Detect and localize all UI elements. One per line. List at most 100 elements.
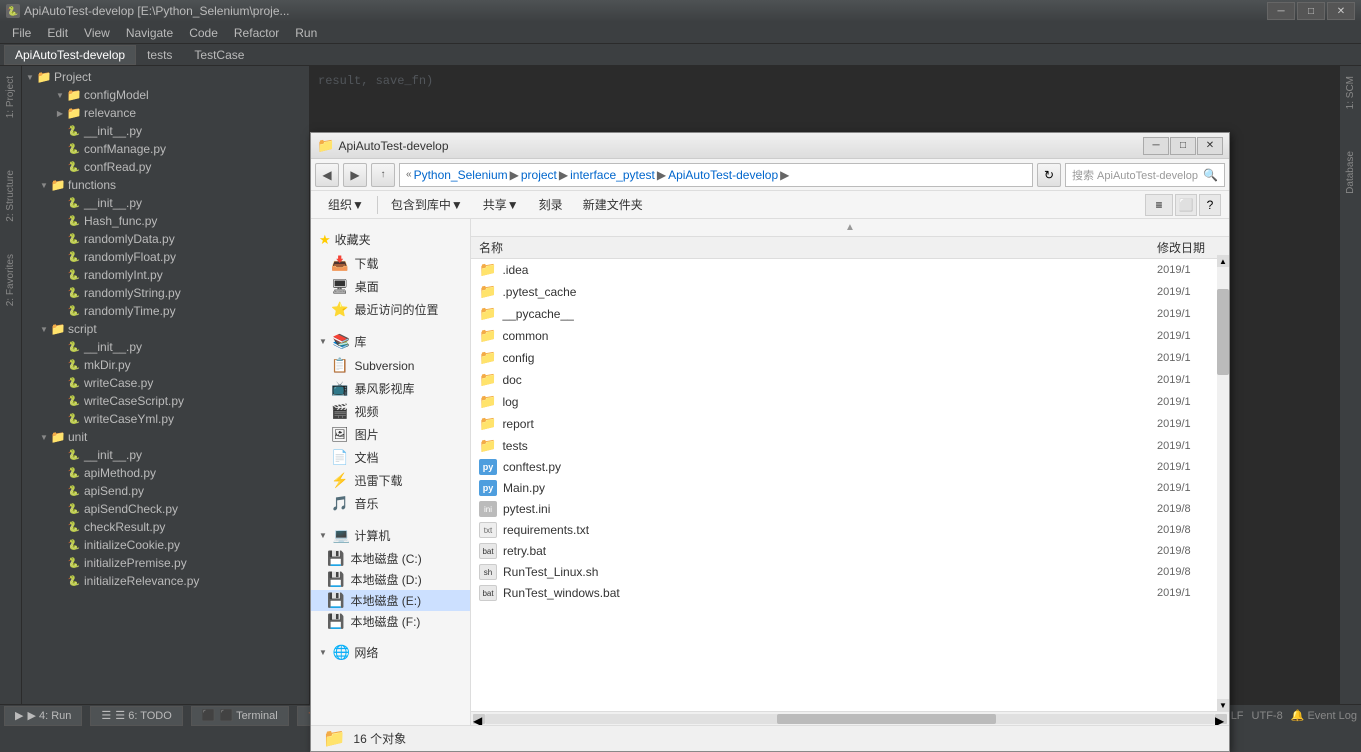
menu-refactor[interactable]: Refactor — [226, 24, 287, 42]
tree-randomlyString[interactable]: 🐍 randomlyString.py — [22, 284, 309, 302]
file-row[interactable]: sh RunTest_Linux.sh 2019/8 — [471, 562, 1229, 583]
nav-document[interactable]: 📄 文档 — [311, 446, 470, 469]
tree-writeCaseScript[interactable]: 🐍 writeCaseScript.py — [22, 392, 309, 410]
file-row[interactable]: 📁report 2019/1 — [471, 413, 1229, 435]
tree-unit[interactable]: ▼ 📁 unit — [22, 428, 309, 446]
file-row[interactable]: bat retry.bat 2019/8 — [471, 541, 1229, 562]
view-pane-button[interactable]: ⬜ — [1175, 194, 1197, 216]
run-tab[interactable]: ▶ ▶ 4: Run — [4, 706, 82, 726]
file-row[interactable]: 📁config 2019/1 — [471, 347, 1229, 369]
nav-desktop[interactable]: 🖥 桌面 — [311, 275, 470, 298]
nav-baofeng[interactable]: 📺 暴风影视库 — [311, 377, 470, 400]
nav-image[interactable]: 🖼 图片 — [311, 423, 470, 446]
scroll-thumb-v[interactable] — [1217, 289, 1229, 375]
right-tab-database[interactable]: Database — [1343, 145, 1358, 200]
nav-network-header[interactable]: ▼ 🌐 网络 — [311, 640, 470, 665]
tree-apiSendCheck[interactable]: 🐍 apiSendCheck.py — [22, 500, 309, 518]
path-part-python-selenium[interactable]: Python_Selenium — [414, 168, 508, 182]
refresh-button[interactable]: ↻ — [1037, 163, 1061, 187]
tree-hash-func[interactable]: 🐍 Hash_func.py — [22, 212, 309, 230]
path-part-interface[interactable]: interface_pytest — [570, 168, 655, 182]
tree-checkResult[interactable]: 🐍 checkResult.py — [22, 518, 309, 536]
file-row[interactable]: 📁tests 2019/1 — [471, 435, 1229, 457]
nav-drive-d[interactable]: 💾 本地磁盘 (D:) — [311, 569, 470, 590]
horizontal-scrollbar[interactable]: ◀ ▶ — [471, 711, 1229, 725]
nav-subversion[interactable]: 📋 Subversion — [311, 354, 470, 377]
menu-code[interactable]: Code — [181, 24, 226, 42]
scroll-down-button[interactable]: ▼ — [1217, 699, 1229, 711]
file-row[interactable]: 📁doc 2019/1 — [471, 369, 1229, 391]
tree-randomlyData[interactable]: 🐍 randomlyData.py — [22, 230, 309, 248]
explorer-close-button[interactable]: ✕ — [1197, 137, 1223, 155]
tree-confManage[interactable]: 🐍 confManage.py — [22, 140, 309, 158]
nav-drive-c[interactable]: 💾 本地磁盘 (C:) — [311, 548, 470, 569]
tree-init-py-functions[interactable]: 🐍 __init__.py — [22, 194, 309, 212]
scroll-left-button[interactable]: ◀ — [473, 714, 485, 724]
forward-button[interactable]: ▶ — [343, 163, 367, 187]
tree-root-project[interactable]: ▼ 📁 Project — [22, 68, 309, 86]
sidebar-tab-project[interactable]: 1: Project — [3, 70, 18, 124]
close-button[interactable]: ✕ — [1327, 2, 1355, 20]
nav-computer-header[interactable]: ▼ 💻 计算机 — [311, 523, 470, 548]
tab-tests[interactable]: tests — [136, 45, 183, 65]
tree-randomlyTime[interactable]: 🐍 randomlyTime.py — [22, 302, 309, 320]
menu-run[interactable]: Run — [287, 24, 325, 42]
organize-button[interactable]: 组织▼ — [319, 194, 373, 216]
tree-init-py-unit[interactable]: 🐍 __init__.py — [22, 446, 309, 464]
share-button[interactable]: 共享▼ — [474, 194, 528, 216]
sidebar-tab-structure[interactable]: 2: Structure — [3, 164, 18, 228]
explorer-minimize-button[interactable]: ─ — [1143, 137, 1169, 155]
tree-apiMethod[interactable]: 🐍 apiMethod.py — [22, 464, 309, 482]
scroll-track[interactable] — [485, 714, 1215, 724]
menu-navigate[interactable]: Navigate — [118, 24, 181, 42]
file-row[interactable]: txt requirements.txt 2019/8 — [471, 520, 1229, 541]
menu-file[interactable]: File — [4, 24, 39, 42]
file-row[interactable]: 📁__pycache__ 2019/1 — [471, 303, 1229, 325]
restore-button[interactable]: □ — [1297, 2, 1325, 20]
path-part-apiAutoTest[interactable]: ApiAutoTest-develop — [668, 168, 778, 182]
tree-init-py-configmodel[interactable]: 🐍 __init__.py — [22, 122, 309, 140]
nav-favorites-header[interactable]: ★ 收藏夹 — [311, 227, 470, 252]
nav-music[interactable]: 🎵 音乐 — [311, 492, 470, 515]
help-button[interactable]: ? — [1199, 194, 1221, 216]
scroll-thumb[interactable] — [777, 714, 996, 724]
tree-configModel[interactable]: ▼ 📁 configModel — [38, 86, 309, 104]
tree-randomlyInt[interactable]: 🐍 randomlyInt.py — [22, 266, 309, 284]
todo-tab[interactable]: ☰ ☰ 6: TODO — [90, 706, 182, 726]
tree-initializeCookie[interactable]: 🐍 initializeCookie.py — [22, 536, 309, 554]
scroll-up-button[interactable]: ▲ — [1217, 255, 1229, 267]
nav-download[interactable]: 📥 下载 — [311, 252, 470, 275]
menu-edit[interactable]: Edit — [39, 24, 76, 42]
path-part-project[interactable]: project — [521, 168, 557, 182]
view-toggle-button[interactable]: ≡ — [1145, 194, 1173, 216]
tree-writeCase[interactable]: 🐍 writeCase.py — [22, 374, 309, 392]
column-modified[interactable]: 修改日期 — [1149, 239, 1229, 256]
nav-express[interactable]: ⚡ 迅雷下载 — [311, 469, 470, 492]
tab-apiAutoTest[interactable]: ApiAutoTest-develop — [4, 45, 136, 65]
menu-view[interactable]: View — [76, 24, 118, 42]
file-row[interactable]: py Main.py 2019/1 — [471, 478, 1229, 499]
scroll-right-button[interactable]: ▶ — [1215, 714, 1227, 724]
file-row[interactable]: 📁common 2019/1 — [471, 325, 1229, 347]
terminal-tab[interactable]: ⬛ ⬛ Terminal — [191, 706, 289, 726]
vertical-scrollbar[interactable]: ▲ ▼ — [1217, 255, 1229, 711]
new-folder-button[interactable]: 新建文件夹 — [574, 194, 652, 216]
nav-library-header[interactable]: ▼ 📚 库 — [311, 329, 470, 354]
right-tab-scm[interactable]: 1: SCM — [1343, 70, 1358, 115]
nav-drive-e[interactable]: 💾 本地磁盘 (E:) — [311, 590, 470, 611]
include-button[interactable]: 包含到库中▼ — [382, 194, 472, 216]
file-row[interactable]: bat RunTest_windows.bat 2019/1 — [471, 583, 1229, 604]
tree-mkDir[interactable]: 🐍 mkDir.py — [22, 356, 309, 374]
tree-functions[interactable]: ▼ 📁 functions — [22, 176, 309, 194]
file-row[interactable]: 📁.pytest_cache 2019/1 — [471, 281, 1229, 303]
file-row[interactable]: 📁log 2019/1 — [471, 391, 1229, 413]
column-name[interactable]: 名称 — [471, 239, 1149, 256]
tree-apiSend[interactable]: 🐍 apiSend.py — [22, 482, 309, 500]
search-box[interactable]: 搜索 ApiAutoTest-develop 🔍 — [1065, 163, 1225, 187]
back-button[interactable]: ◀ — [315, 163, 339, 187]
nav-video[interactable]: 🎬 视频 — [311, 400, 470, 423]
nav-drive-f[interactable]: 💾 本地磁盘 (F:) — [311, 611, 470, 632]
nav-recent[interactable]: ⭐ 最近访问的位置 — [311, 298, 470, 321]
file-row[interactable]: 📁.idea 2019/1 — [471, 259, 1229, 281]
tree-script[interactable]: ▼ 📁 script — [22, 320, 309, 338]
